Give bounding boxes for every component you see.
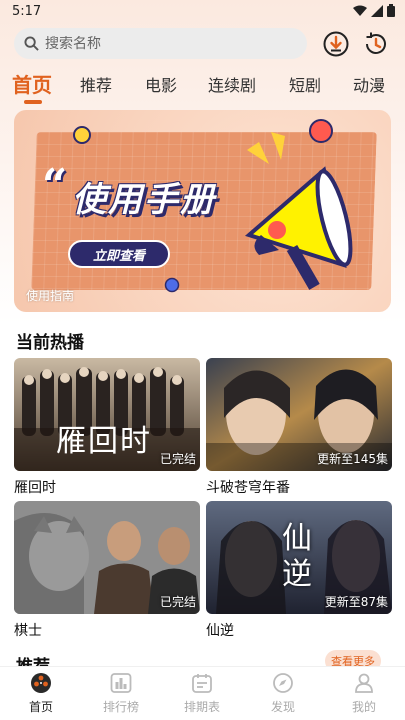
nav-item-discover[interactable]: 发现 (253, 671, 313, 715)
tab-anime[interactable]: 动漫 (353, 72, 385, 96)
wifi-icon (353, 5, 367, 16)
nav-label: 我的 (351, 700, 376, 714)
nav-item-ranking[interactable]: 排行榜 (91, 671, 151, 715)
status-bar: 5:17 (0, 0, 405, 24)
media-poster: 更新至145集 (206, 358, 392, 471)
media-poster: 雁回时 已完结 (14, 358, 200, 471)
history-icon[interactable] (362, 30, 390, 58)
megaphone-illustration (244, 166, 353, 290)
nav-label: 排期表 (183, 700, 220, 714)
search-bar[interactable] (14, 28, 307, 59)
bottom-nav: 首页 排行榜 排期表 发现 我的 (0, 666, 405, 720)
deco-dot-blue-icon (164, 277, 180, 293)
media-poster: 仙逆 更新至87集 (206, 501, 392, 614)
film-reel-icon (31, 673, 51, 693)
media-card[interactable]: 更新至145集 斗破苍穹年番 (206, 358, 392, 497)
banner-caption: 使用指南 (26, 289, 75, 303)
signal-icon (371, 4, 383, 17)
deco-sparks-icon (247, 132, 285, 164)
media-card[interactable]: 已完结 棋士 (14, 501, 200, 640)
media-title: 棋士 (14, 623, 42, 639)
nav-item-profile[interactable]: 我的 (334, 671, 394, 715)
tab-short-drama[interactable]: 短剧 (289, 72, 321, 96)
tab-series[interactable]: 连续剧 (208, 72, 256, 96)
battery-icon (387, 4, 395, 17)
banner-quote-mark: “ (42, 160, 68, 211)
media-card[interactable]: 仙逆 更新至87集 仙逆 (206, 501, 392, 640)
nav-label: 首页 (28, 700, 53, 714)
nav-label: 发现 (270, 700, 295, 714)
poster-title-text: 仙逆 (282, 521, 312, 592)
media-title: 雁回时 (14, 480, 56, 496)
nav-label: 排行榜 (102, 700, 139, 714)
active-tab-indicator (24, 100, 42, 104)
poster-title-text: 雁回时 (56, 424, 152, 459)
media-poster: 已完结 (14, 501, 200, 614)
banner[interactable]: “ 使用手册 立即查看 使用指南 (14, 110, 391, 312)
section-title-hot: 当前热播 (16, 333, 84, 353)
search-icon (24, 36, 39, 51)
tab-recommend[interactable]: 推荐 (80, 72, 112, 96)
status-icons (353, 4, 395, 17)
calendar-icon (192, 674, 212, 693)
tab-movies[interactable]: 电影 (145, 72, 177, 96)
media-status: 已完结 (159, 452, 196, 466)
media-status: 更新至145集 (317, 452, 388, 466)
media-status: 更新至87集 (324, 595, 388, 609)
nav-item-home[interactable]: 首页 (11, 671, 71, 715)
deco-dot-yellow-icon (73, 126, 91, 144)
media-title: 斗破苍穹年番 (206, 480, 290, 496)
download-icon[interactable] (322, 30, 350, 58)
nav-item-schedule[interactable]: 排期表 (172, 671, 232, 715)
media-card[interactable]: 雁回时 已完结 雁回时 (14, 358, 200, 497)
profile-icon (355, 673, 373, 693)
category-tabs: 首页 推荐 电影 连续剧 短剧 动漫 (0, 66, 405, 106)
media-status: 已完结 (159, 595, 196, 609)
media-title: 仙逆 (206, 623, 234, 639)
ranking-icon (110, 673, 132, 693)
search-input[interactable] (45, 35, 285, 52)
deco-dot-red-icon (309, 119, 333, 143)
status-time: 5:17 (12, 4, 42, 19)
banner-title: 使用手册 (72, 180, 216, 220)
banner-view-button[interactable]: 立即查看 (68, 240, 170, 268)
tab-home[interactable]: 首页 (12, 69, 52, 98)
discover-icon (273, 673, 293, 693)
